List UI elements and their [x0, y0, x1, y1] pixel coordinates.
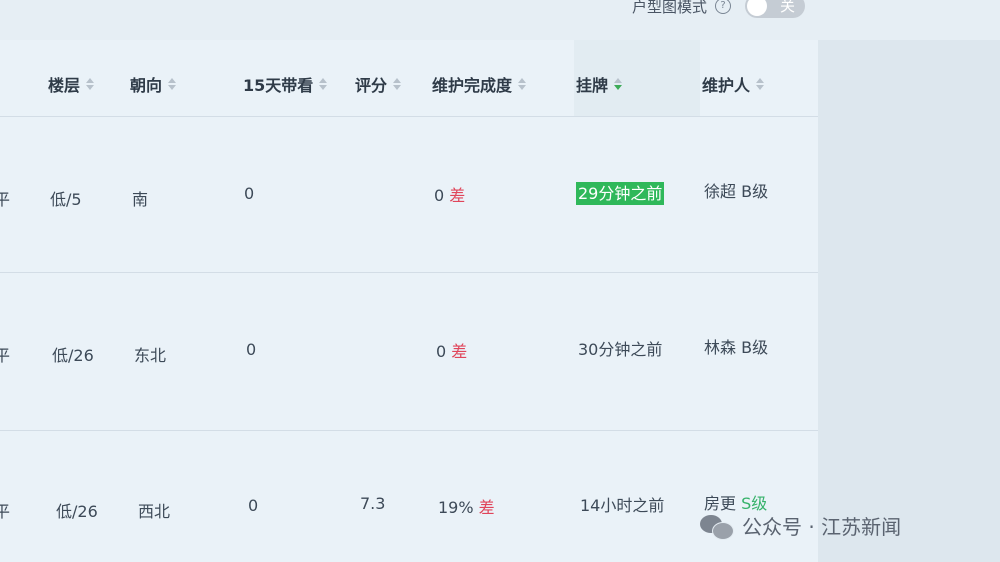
header-score[interactable]: 评分 [355, 72, 402, 96]
help-icon[interactable]: ? [715, 0, 732, 14]
cell-floor: 低/26 [52, 346, 94, 365]
sort-icon[interactable] [168, 78, 177, 90]
row-divider [0, 272, 818, 273]
watermark-text: 公众号 · 江苏新闻 [742, 515, 902, 539]
listing-table [0, 40, 818, 562]
maintainer-name[interactable]: 林森 [704, 338, 736, 357]
sort-icon[interactable] [319, 78, 328, 90]
side-area [818, 40, 1000, 562]
wechat-watermark: 公众号 · 江苏新闻 [700, 511, 901, 540]
header-views-15d[interactable]: 15天带看 [243, 72, 328, 96]
cell-listing: 14小时之前 [580, 496, 665, 515]
cell-orientation: 南 [132, 190, 149, 209]
floor-plan-mode-toggle[interactable]: 关 [745, 0, 806, 18]
header-score-label: 评分 [355, 76, 388, 95]
row-divider [0, 430, 818, 431]
cell-views: 0 [244, 184, 255, 203]
floor-plan-mode-control: 户型图模式 ? 关 [632, 0, 806, 18]
cell-listing: 30分钟之前 [578, 340, 663, 359]
cell-score: 7.3 [360, 494, 386, 513]
sort-icon[interactable] [518, 78, 527, 90]
cell-fragment: 平 [0, 502, 11, 521]
toggle-state-label: 关 [780, 0, 796, 15]
sort-icon[interactable] [393, 78, 402, 90]
maintenance-grade: 差 [478, 498, 495, 517]
header-maintenance-label: 维护完成度 [432, 76, 513, 95]
cell-floor: 低/26 [56, 502, 98, 521]
cell-fragment: 平 [0, 190, 11, 209]
header-floor-label: 楼层 [48, 76, 81, 95]
cell-views: 0 [246, 340, 257, 359]
cell-floor: 低/5 [50, 190, 82, 209]
maintenance-grade: 差 [451, 342, 468, 361]
cell-maintainer: 徐超 B级 [704, 178, 768, 202]
cell-views: 0 [248, 496, 259, 515]
floor-plan-mode-label: 户型图模式 [632, 0, 708, 16]
wechat-icon [700, 513, 734, 540]
header-maintenance[interactable]: 维护完成度 [432, 72, 527, 96]
cell-orientation: 东北 [134, 346, 167, 365]
header-floor[interactable]: 楼层 [48, 72, 95, 96]
header-orientation[interactable]: 朝向 [130, 72, 177, 96]
sort-icon[interactable] [756, 78, 765, 90]
toggle-knob [747, 0, 768, 16]
sort-icon[interactable] [86, 78, 95, 90]
maintenance-value: 0 [436, 342, 447, 361]
header-orientation-label: 朝向 [130, 76, 163, 95]
maintenance-grade: 差 [449, 186, 466, 205]
header-views-15d-label: 15天带看 [243, 76, 314, 95]
cell-maintenance: 19% 差 [438, 494, 495, 518]
maintenance-value: 0 [434, 186, 445, 205]
cell-listing: 29分钟之前 [576, 180, 665, 205]
header-listing[interactable]: 挂牌 [576, 72, 623, 96]
maintenance-value: 19% [438, 498, 474, 517]
maintainer-grade: B级 [741, 338, 769, 357]
cell-maintenance: 0 差 [434, 182, 465, 206]
header-maintainer-label: 维护人 [702, 76, 751, 95]
maintainer-name[interactable]: 徐超 [704, 182, 736, 201]
sort-icon-active[interactable] [614, 78, 623, 90]
maintainer-grade: B级 [741, 182, 769, 201]
header-divider [0, 116, 818, 117]
listing-time-highlight: 29分钟之前 [576, 182, 665, 205]
cell-orientation: 西北 [138, 502, 171, 521]
cell-fragment: 平 [0, 346, 11, 365]
header-listing-label: 挂牌 [576, 76, 609, 95]
header-maintainer[interactable]: 维护人 [702, 72, 765, 96]
cell-maintainer: 林森 B级 [704, 334, 768, 358]
cell-maintenance: 0 差 [436, 338, 467, 362]
top-bar: 户型图模式 ? 关 [0, 0, 1000, 40]
